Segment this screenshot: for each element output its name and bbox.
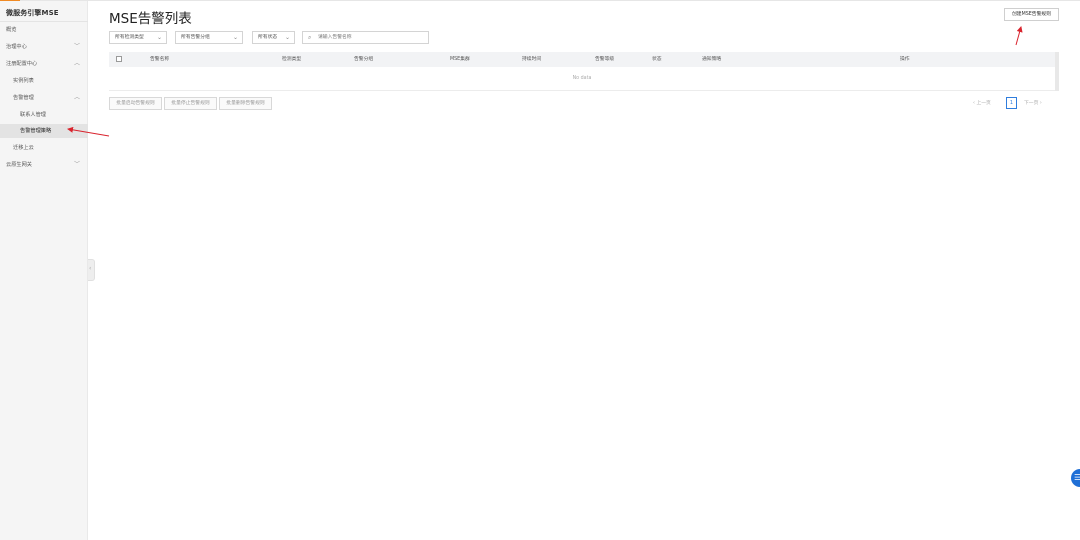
sidebar-item-alert-management[interactable]: 告警管理 ︿ [0, 91, 88, 105]
sidebar-item-contacts[interactable]: 联系人管理 [0, 108, 88, 122]
sidebar: 微服务引擎MSE 概览 治理中心 ﹀ 注册配置中心 ︿ 实例列表 告警管理 ︿ … [0, 1, 88, 540]
chevron-up-icon: ︿ [73, 60, 80, 67]
sidebar-item-governance[interactable]: 治理中心 ﹀ [0, 40, 88, 54]
table-header: 告警名称 检测类型 告警分组 MSE集群 持续时间 告警等级 状态 通知策略 操… [109, 52, 1055, 67]
column-header[interactable]: 通知策略 [702, 52, 721, 67]
table-scrollbar[interactable] [1055, 52, 1059, 91]
sidebar-item-alert-policy[interactable]: 告警管理策略 [0, 124, 88, 138]
page-title: MSE告警列表 [109, 11, 192, 27]
chevron-down-icon: ﹀ [73, 161, 80, 168]
alert-name-search[interactable]: ⌕ [302, 31, 429, 44]
pagination-prev-label: 上一页 [976, 101, 991, 106]
sidebar-item-label: 告警管理策略 [20, 128, 52, 134]
sidebar-item-migrate-cloud[interactable]: 迁移上云 [0, 141, 88, 155]
annotation-arrow-create-button [1015, 26, 1023, 46]
bulk-stop-button[interactable]: 批量停止告警规则 [164, 97, 217, 110]
sidebar-collapse-handle[interactable]: ‹ [88, 259, 95, 281]
help-button[interactable]: ☰ [1071, 469, 1080, 487]
sidebar-item-registry-config[interactable]: 注册配置中心 ︿ [0, 57, 88, 71]
select-value: 所有状态 [258, 35, 278, 40]
chevron-down-icon: ⌄ [232, 34, 238, 41]
select-value: 所有告警分组 [181, 35, 210, 40]
chevron-up-icon: ︿ [73, 94, 80, 101]
column-header[interactable]: 告警等级 [595, 52, 614, 67]
column-header[interactable]: 检测类型 [282, 52, 301, 67]
column-header[interactable]: 告警名称 [150, 52, 169, 67]
sidebar-item-overview[interactable]: 概览 [0, 23, 88, 37]
sidebar-divider [0, 21, 88, 22]
chevron-left-icon: ‹ [89, 265, 92, 272]
pagination-prev[interactable]: ‹ 上一页 [973, 97, 991, 110]
select-value: 所有检测类型 [115, 35, 144, 40]
bulk-start-button[interactable]: 批量启动告警规则 [109, 97, 162, 110]
pagination-next-label: 下一页 [1024, 101, 1039, 106]
status-select[interactable]: 所有状态 ⌄ [252, 31, 295, 44]
pagination-current-page[interactable]: 1 [1006, 97, 1017, 109]
sidebar-item-label: 告警管理 [13, 95, 34, 101]
pagination-next[interactable]: 下一页 › [1024, 97, 1042, 110]
create-alert-rule-button[interactable]: 创建MSE告警规则 [1004, 8, 1059, 21]
search-icon: ⌕ [308, 34, 312, 41]
top-border [0, 0, 1080, 1]
empty-state-text: No data [109, 68, 1055, 91]
chevron-down-icon: ⌄ [284, 34, 290, 41]
sidebar-item-instance-list[interactable]: 实例列表 [0, 74, 88, 88]
sidebar-item-label: 联系人管理 [20, 112, 46, 118]
search-input[interactable] [318, 33, 423, 42]
sidebar-item-label: 云原生网关 [6, 162, 32, 168]
column-header[interactable]: 告警分组 [354, 52, 373, 67]
sidebar-item-label: 概览 [6, 27, 17, 33]
chevron-right-icon: › [1038, 101, 1042, 106]
chevron-down-icon: ﹀ [73, 43, 80, 50]
column-header[interactable]: MSE集群 [450, 52, 470, 67]
help-icon: ☰ [1074, 473, 1080, 482]
sidebar-item-label: 实例列表 [13, 78, 34, 84]
sidebar-item-cloud-native-gateway[interactable]: 云原生网关 ﹀ [0, 158, 88, 172]
sidebar-item-label: 治理中心 [6, 44, 27, 50]
sidebar-item-label: 注册配置中心 [6, 61, 38, 67]
detect-type-select[interactable]: 所有检测类型 ⌄ [109, 31, 167, 44]
column-header[interactable]: 持续时间 [522, 52, 541, 67]
bulk-delete-button[interactable]: 批量删除告警规则 [219, 97, 272, 110]
column-header[interactable]: 状态 [652, 52, 662, 67]
column-header: 操作 [900, 57, 910, 62]
alert-group-select[interactable]: 所有告警分组 ⌄ [175, 31, 243, 44]
select-all-checkbox[interactable] [116, 56, 122, 62]
sidebar-item-label: 迁移上云 [13, 145, 34, 151]
product-name: 微服务引擎MSE [6, 9, 59, 17]
chevron-down-icon: ⌄ [156, 34, 162, 41]
